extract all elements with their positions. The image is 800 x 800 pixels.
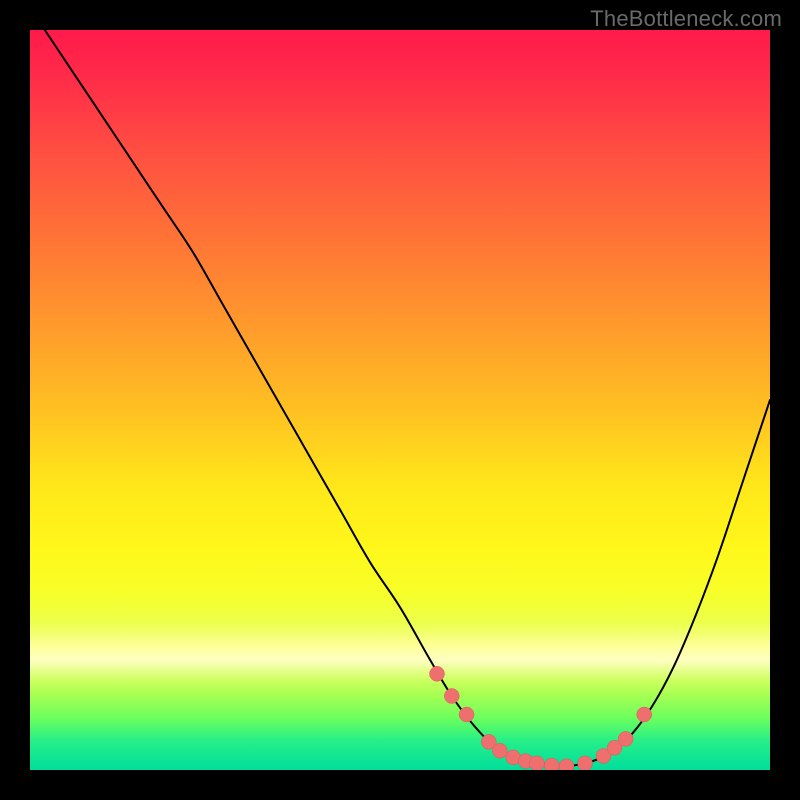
data-marker: [544, 758, 559, 770]
data-marker: [637, 707, 652, 722]
data-marker: [618, 731, 633, 746]
bottleneck-curve: [45, 30, 770, 766]
data-marker: [529, 756, 544, 770]
data-marker: [430, 666, 445, 681]
chart-svg: [30, 30, 770, 770]
data-markers: [430, 666, 652, 770]
data-marker: [559, 759, 574, 770]
watermark-text: TheBottleneck.com: [590, 6, 782, 32]
bottleneck-curve-path: [45, 30, 770, 766]
plot-area: [30, 30, 770, 770]
data-marker: [444, 689, 459, 704]
data-marker: [459, 707, 474, 722]
data-marker: [578, 756, 593, 770]
data-marker: [492, 743, 507, 758]
